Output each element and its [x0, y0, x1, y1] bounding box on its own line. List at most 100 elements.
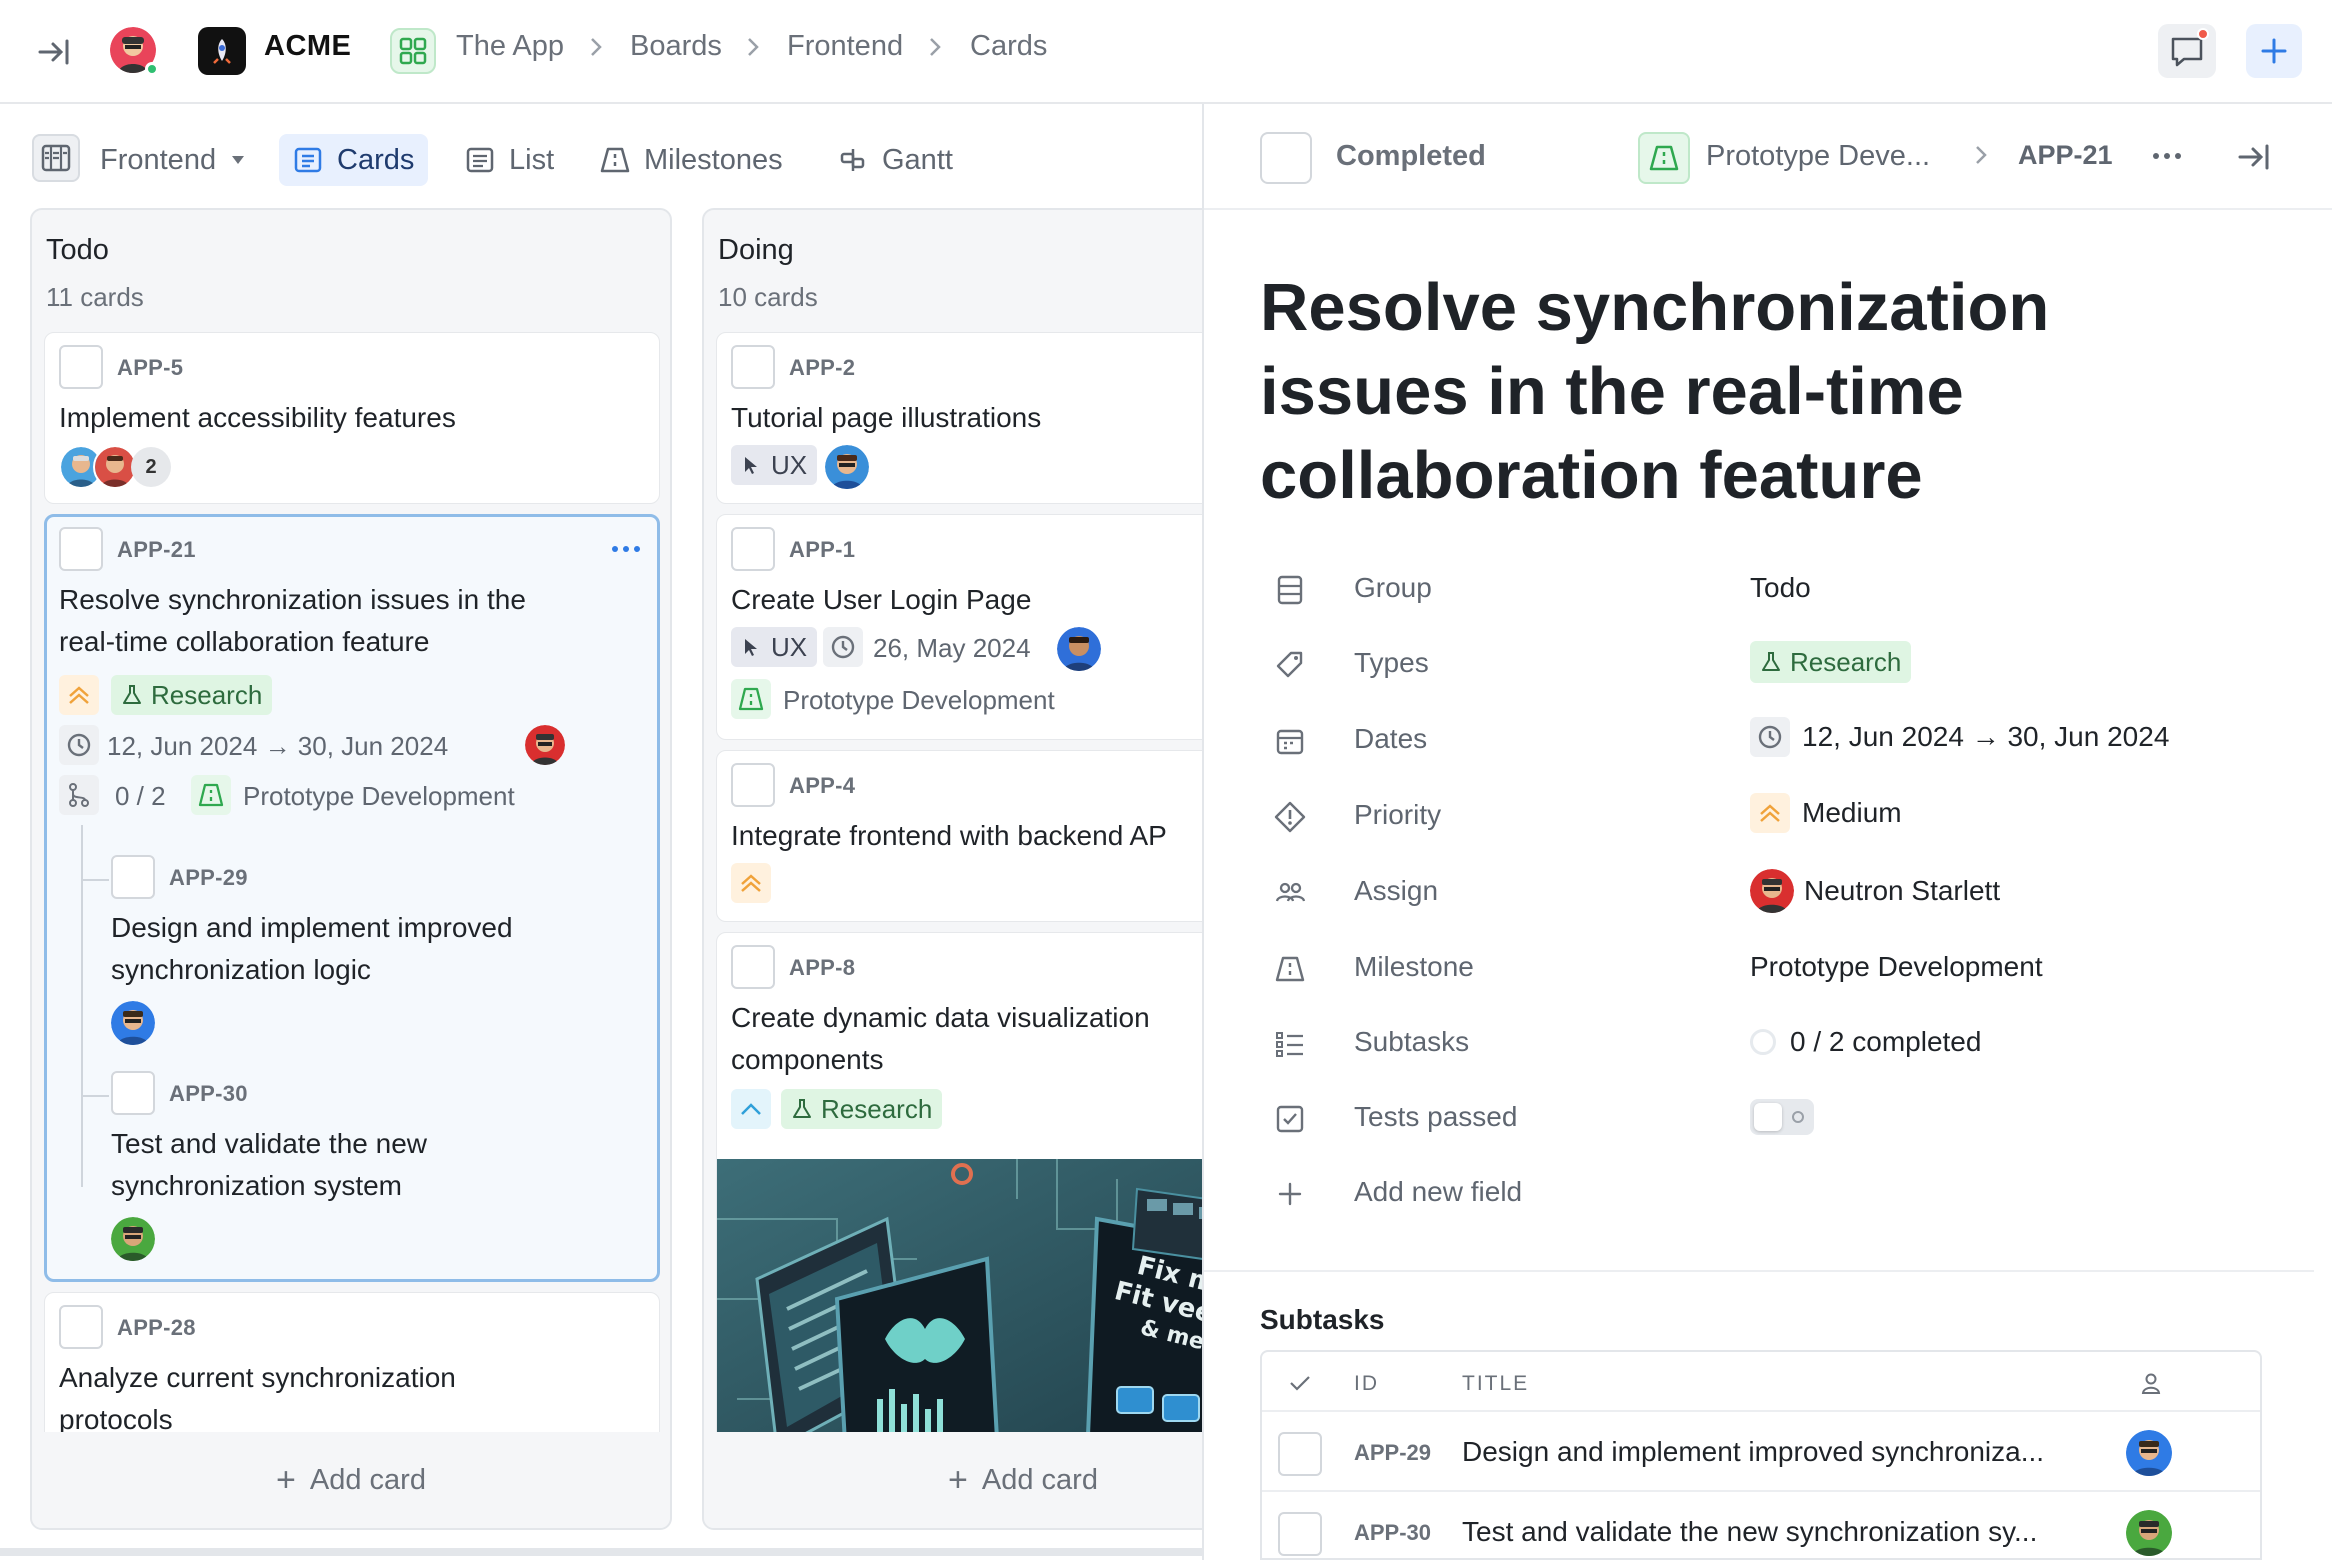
field-tests-passed[interactable]: Tests passed — [1260, 1095, 2260, 1145]
add-new-field-button[interactable]: Add new field — [1260, 1170, 2260, 1220]
subtask-checkbox[interactable] — [111, 855, 155, 899]
field-subtasks[interactable]: Subtasks 0 / 2 completed — [1260, 1020, 2260, 1070]
card-checkbox[interactable] — [731, 527, 775, 571]
card-id: APP-28 — [117, 1315, 196, 1340]
card-title-line-2: components — [731, 1044, 884, 1075]
card-title-line-2: real-time collaboration feature — [59, 626, 430, 657]
priority-medium-icon — [1750, 793, 1790, 833]
milestone-road-icon — [600, 145, 630, 175]
more-options-icon[interactable] — [2150, 146, 2184, 166]
column-todo: Todo 11 cards APP-5 Implement accessibil… — [30, 208, 672, 1530]
sidebar-expand-icon[interactable] — [30, 30, 78, 74]
toggle-off-indicator — [1792, 1111, 1804, 1123]
card-detail-panel: Completed Prototype Deve... APP-21 Resol… — [1202, 104, 2332, 1560]
acme-logo-icon — [198, 27, 246, 75]
card-title-line-1: Resolve synchronization issues in the — [59, 584, 526, 615]
row-checkbox[interactable] — [1278, 1432, 1322, 1476]
card-id: APP-4 — [789, 773, 856, 798]
more-options-icon[interactable] — [609, 539, 643, 559]
org-name[interactable]: ACME — [264, 30, 351, 63]
card-title: Implement accessibility features — [59, 402, 456, 433]
priority-medium-icon — [59, 675, 99, 715]
panel-milestone-link[interactable]: Prototype Deve... — [1706, 140, 1930, 173]
check-column-icon — [1288, 1372, 1312, 1394]
checkbox-icon — [1274, 1103, 1306, 1135]
create-button[interactable] — [2246, 24, 2302, 78]
field-assign[interactable]: Assign Neutron Starlett — [1260, 869, 2260, 919]
card-title-line-1: Analyze current synchronization — [59, 1362, 456, 1393]
panel-card-id[interactable]: APP-21 — [2018, 140, 2113, 171]
milestone-road-icon — [191, 775, 231, 815]
add-card-button[interactable]: + Add card — [32, 1432, 670, 1528]
subtask-title-line-1[interactable]: Test and validate the new — [111, 1123, 427, 1165]
row-title: Test and validate the new synchronizatio… — [1462, 1516, 2038, 1547]
flask-icon — [1760, 651, 1782, 673]
card-checkbox[interactable] — [59, 1305, 103, 1349]
tab-cards[interactable]: Cards — [279, 134, 429, 186]
chevron-right-icon — [585, 36, 607, 58]
subtask-id: APP-29 — [169, 865, 248, 890]
tab-list[interactable]: List — [451, 134, 568, 186]
table-row[interactable]: APP-30 Test and validate the new synchro… — [1262, 1494, 2260, 1558]
tag-research: Research — [781, 1089, 943, 1129]
priority-diamond-icon — [1274, 801, 1306, 833]
card-detail-title[interactable]: Resolve synchronization issues in the re… — [1260, 266, 2260, 518]
board-icon[interactable] — [32, 134, 80, 182]
plus-icon: + — [276, 1460, 296, 1499]
card-checkbox[interactable] — [731, 945, 775, 989]
tag-research[interactable]: Research — [1750, 641, 1912, 683]
board-selector[interactable]: Frontend — [86, 134, 262, 186]
cursor-icon — [741, 454, 761, 476]
tab-gantt[interactable]: Gantt — [824, 134, 967, 186]
list-icon — [465, 145, 495, 175]
column-header-title[interactable]: TITLE — [1462, 1372, 1529, 1396]
breadcrumb-app[interactable]: The App — [456, 30, 564, 63]
card-checkbox[interactable] — [731, 345, 775, 389]
card-app-21[interactable]: APP-21 Resolve synchronization issues in… — [44, 514, 660, 1282]
subtask-id: APP-30 — [169, 1081, 248, 1106]
card-id: APP-21 — [117, 537, 196, 562]
row-checkbox[interactable] — [1278, 1512, 1322, 1556]
card-id: APP-5 — [117, 355, 184, 380]
column-card-count: 11 cards — [46, 282, 144, 312]
subtask-title-line-2[interactable]: synchronization system — [111, 1165, 402, 1207]
field-types[interactable]: Types Research — [1260, 641, 2260, 691]
status-label[interactable]: Completed — [1336, 140, 1486, 173]
card-checkbox[interactable] — [59, 527, 103, 571]
field-milestone[interactable]: Milestone Prototype Development — [1260, 945, 2260, 995]
field-group[interactable]: Group Todo — [1260, 566, 2260, 616]
assignee-avatar — [1057, 627, 1101, 671]
subtask-checkbox[interactable] — [111, 1071, 155, 1115]
card-dates: 12, Jun 2024 → 30, Jun 2024 — [107, 731, 449, 761]
subtask-title-line-1[interactable]: Design and implement improved — [111, 907, 513, 949]
breadcrumb-boards[interactable]: Boards — [630, 30, 722, 63]
card-checkbox[interactable] — [59, 345, 103, 389]
view-toolbar: Frontend Cards List Milestones Gantt — [0, 106, 1202, 210]
subtask-count: 0 / 2 — [115, 781, 166, 811]
card-id: APP-2 — [789, 355, 856, 380]
notification-dot — [2197, 28, 2209, 40]
subtask-title-line-2[interactable]: synchronization logic — [111, 949, 371, 991]
gantt-icon — [838, 145, 868, 175]
close-panel-icon[interactable] — [2234, 140, 2274, 174]
column-title: Todo — [46, 234, 109, 266]
app-grid-icon[interactable] — [390, 28, 436, 74]
tab-milestones[interactable]: Milestones — [586, 134, 797, 186]
complete-checkbox[interactable] — [1260, 132, 1312, 184]
field-dates[interactable]: Dates 12, Jun 2024 → 30, Jun 2024 — [1260, 717, 2260, 767]
breadcrumb-cards[interactable]: Cards — [970, 30, 1047, 63]
cursor-icon — [741, 636, 761, 658]
card-app-5[interactable]: APP-5 Implement accessibility features 2 — [44, 332, 660, 504]
card-checkbox[interactable] — [731, 763, 775, 807]
assignee-avatar — [825, 445, 869, 489]
field-priority[interactable]: Priority Medium — [1260, 793, 2260, 843]
table-row[interactable]: APP-29 Design and implement improved syn… — [1262, 1414, 2260, 1492]
tests-passed-toggle[interactable] — [1750, 1099, 1814, 1135]
breadcrumb-frontend[interactable]: Frontend — [787, 30, 903, 63]
chevron-right-icon — [924, 36, 946, 58]
assignee-overflow-count: 2 — [131, 447, 171, 487]
horizontal-scrollbar[interactable] — [0, 1548, 1202, 1556]
subtask-branch-icon — [59, 775, 99, 815]
subtask-tree-branch — [81, 879, 109, 881]
column-header-id[interactable]: ID — [1354, 1372, 1379, 1396]
